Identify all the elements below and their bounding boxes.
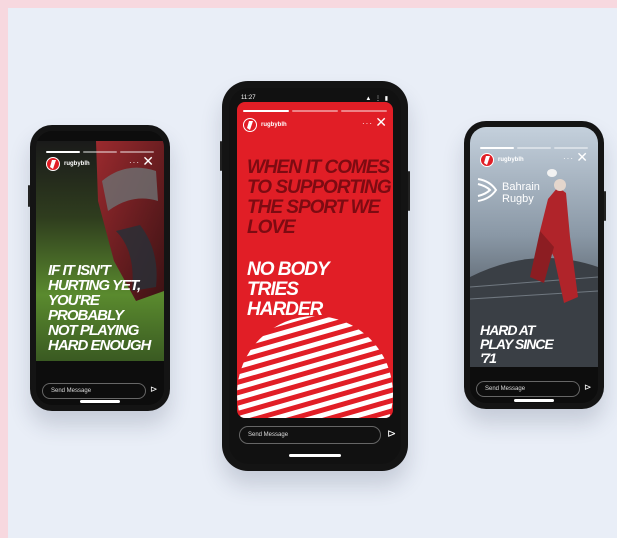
right-home-indicator xyxy=(514,399,554,402)
left-story-header: rugbyblh ··· ✕ xyxy=(46,154,154,173)
left-status-bar xyxy=(36,131,164,149)
close-icon[interactable]: ✕ xyxy=(576,150,588,164)
brand-line-2: Rugby xyxy=(502,193,534,205)
close-icon[interactable]: ✕ xyxy=(375,115,387,129)
center-phone: 11:27 ▲ ⋮ ▮ rugbyblh ··· ✕ WHEN IT COMES… xyxy=(220,81,410,471)
center-status-time: 11:27 xyxy=(241,95,256,101)
right-handle[interactable]: rugbyblh xyxy=(498,157,524,163)
left-quote: IF IT ISN'T HURTING YET, YOU'RE PROBABLY… xyxy=(48,262,151,354)
center-phone-power-button xyxy=(408,171,410,211)
center-story-header: rugbyblh ··· ✕ xyxy=(243,115,387,134)
center-phone-side-button xyxy=(220,141,222,171)
center-home-indicator xyxy=(289,454,341,457)
rugby-logo-icon xyxy=(247,121,253,130)
send-icon[interactable]: ⊳ xyxy=(150,384,158,395)
right-status-bar xyxy=(470,127,598,145)
right-phone-power-button xyxy=(604,191,606,221)
bahrain-rugby-logo-mark xyxy=(477,178,498,202)
left-send-message-input[interactable]: Send Message xyxy=(42,383,146,399)
background-canvas: rugbyblh ··· ✕ IF IT ISN'T HURTING YET, … xyxy=(8,8,617,538)
left-phone-side-button xyxy=(28,185,30,207)
left-avatar[interactable] xyxy=(46,157,60,171)
left-phone-screen: rugbyblh ··· ✕ IF IT ISN'T HURTING YET, … xyxy=(36,131,164,405)
rugby-logo-icon xyxy=(484,156,490,165)
brand-wordmark: Bahrain Rugby xyxy=(502,181,540,205)
right-send-message-input[interactable]: Send Message xyxy=(476,381,580,397)
center-status-bar: 11:27 ▲ ⋮ ▮ xyxy=(229,88,401,106)
send-icon[interactable]: ⊳ xyxy=(387,427,396,440)
right-phone: rugbyblh ··· ✕ Bahrain Rugby HARD AT PLA… xyxy=(464,121,606,409)
right-story-header: rugbyblh ··· ✕ xyxy=(480,150,588,169)
more-icon[interactable]: ··· xyxy=(362,119,373,128)
right-avatar[interactable] xyxy=(480,153,494,167)
center-phone-screen: 11:27 ▲ ⋮ ▮ rugbyblh ··· ✕ WHEN IT COMES… xyxy=(229,88,401,464)
center-avatar[interactable] xyxy=(243,118,257,132)
more-icon[interactable]: ··· xyxy=(129,158,140,167)
left-handle[interactable]: rugbyblh xyxy=(64,161,90,167)
rugby-logo-icon xyxy=(50,160,56,169)
center-handle[interactable]: rugbyblh xyxy=(261,122,287,128)
brand-line-1: Bahrain xyxy=(502,181,540,193)
more-icon[interactable]: ··· xyxy=(563,154,574,163)
send-icon[interactable]: ⊳ xyxy=(584,382,592,393)
center-send-message-input[interactable]: Send Message xyxy=(239,426,381,444)
center-quote-top: WHEN IT COMES TO SUPPORTING THE SPORT WE… xyxy=(247,157,392,238)
left-story-progress xyxy=(46,151,154,153)
center-story-progress xyxy=(243,110,387,112)
right-story-progress xyxy=(480,147,588,149)
center-quote-bottom: NO BODY TRIES HARDER xyxy=(247,259,329,320)
right-phone-screen: rugbyblh ··· ✕ Bahrain Rugby HARD AT PLA… xyxy=(470,127,598,403)
left-phone: rugbyblh ··· ✕ IF IT ISN'T HURTING YET, … xyxy=(28,125,170,411)
right-quote: HARD AT PLAY SINCE '71 xyxy=(480,322,554,366)
left-home-indicator xyxy=(80,400,120,403)
close-icon[interactable]: ✕ xyxy=(142,154,154,168)
center-signal-icons: ▲ ⋮ ▮ xyxy=(365,96,389,102)
